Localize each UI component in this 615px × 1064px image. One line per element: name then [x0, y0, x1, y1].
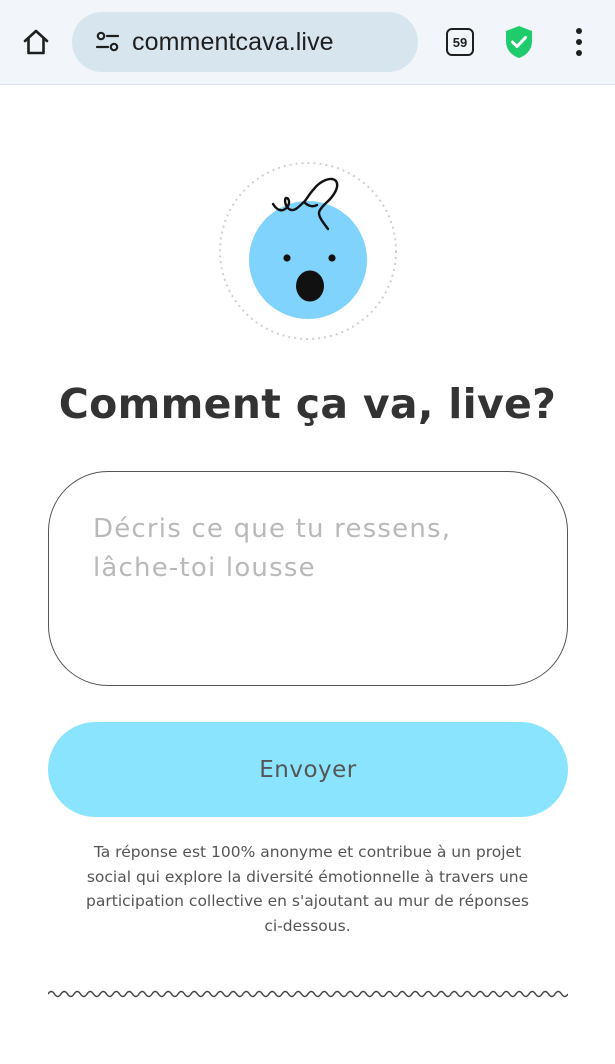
address-bar[interactable]: commentcava.live	[72, 12, 418, 72]
home-icon[interactable]	[16, 24, 56, 60]
tab-count: 59	[452, 34, 468, 50]
send-button[interactable]: Envoyer	[48, 722, 568, 817]
browser-toolbar: commentcava.live 59	[0, 0, 615, 85]
wavy-divider	[48, 990, 568, 998]
tab-switcher-button[interactable]: 59	[446, 28, 474, 56]
feeling-input[interactable]	[48, 471, 568, 686]
anonymity-disclaimer: Ta réponse est 100% anonyme et contribue…	[86, 843, 529, 935]
url-text: commentcava.live	[132, 27, 334, 56]
surprised-face-avatar	[218, 161, 398, 341]
shield-check-icon[interactable]	[503, 24, 535, 60]
site-settings-icon[interactable]	[94, 28, 122, 56]
more-vert-icon[interactable]	[570, 26, 588, 58]
page-title: Comment ça va, live?	[58, 380, 557, 428]
